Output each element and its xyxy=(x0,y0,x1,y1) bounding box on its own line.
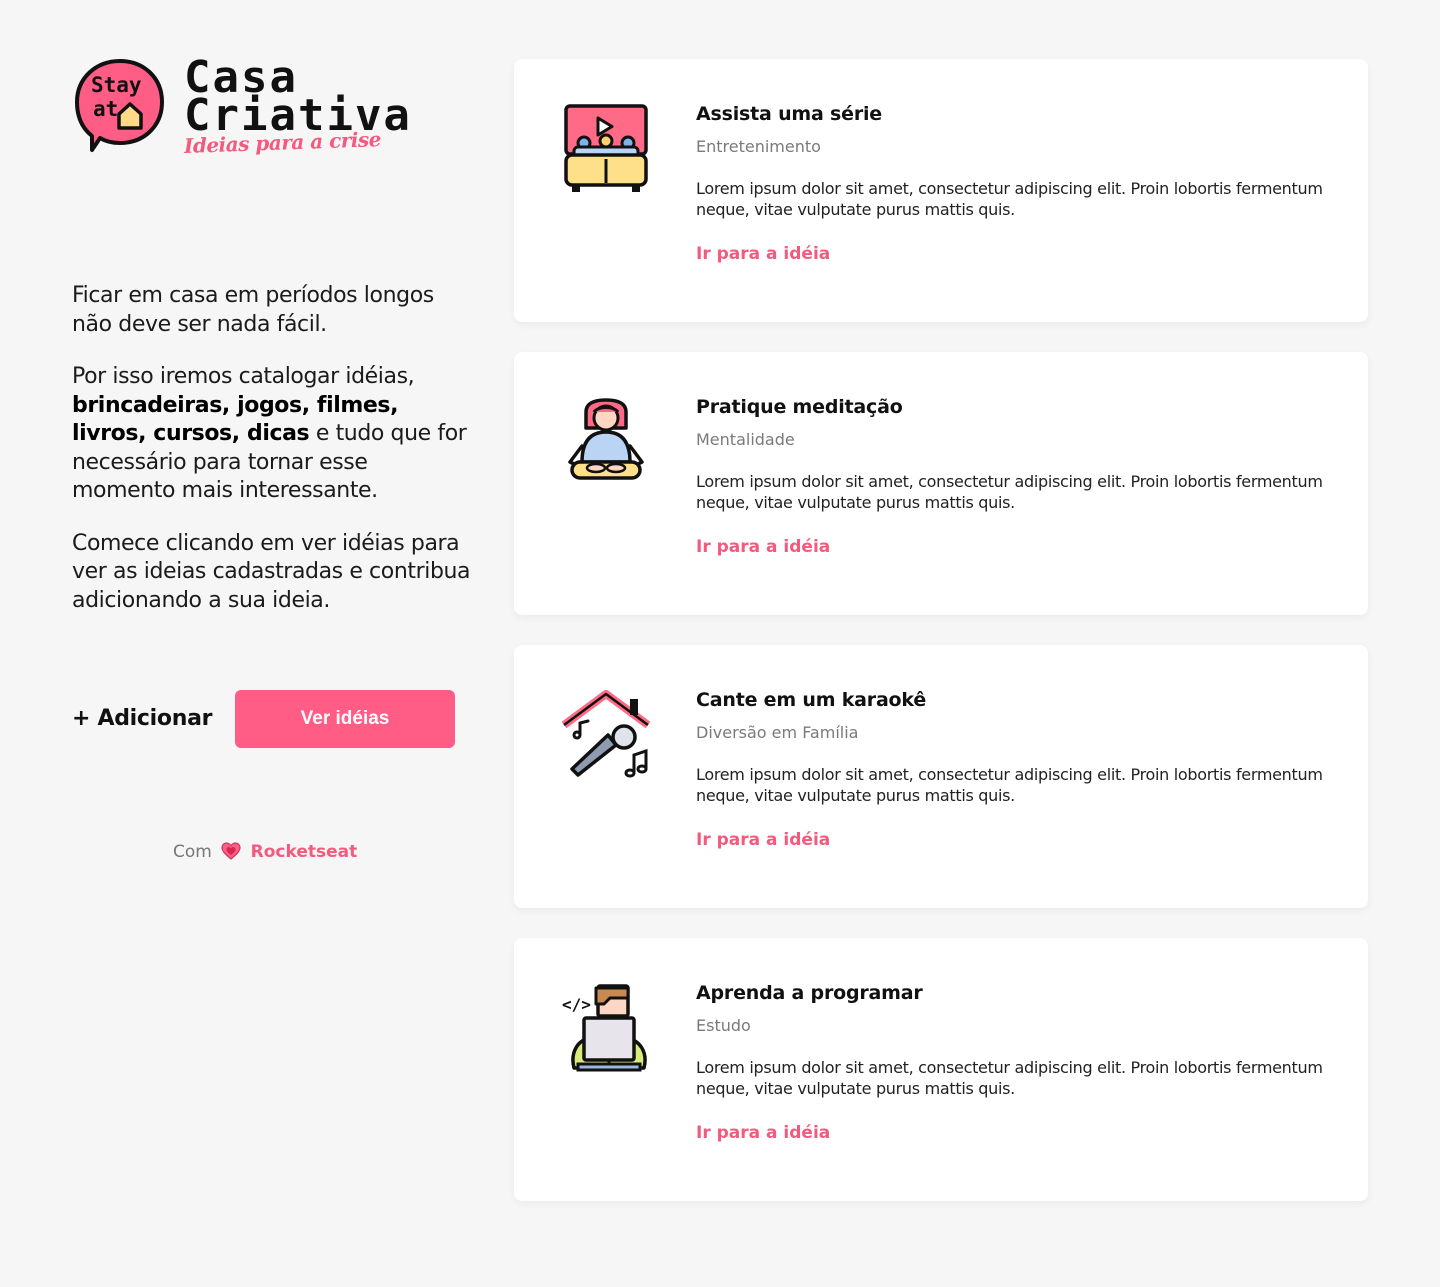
programming-icon: </> xyxy=(562,984,647,1072)
idea-title: Cante em um karaokê xyxy=(696,689,927,711)
left-column: Stay at Casa Criativa Ideias para a cris… xyxy=(72,56,472,863)
logo: Stay at Casa Criativa Ideias para a cris… xyxy=(72,56,456,162)
idea-category: Diversão em Família xyxy=(696,723,859,742)
idea-card-body: Assista uma série Entretenimento Lorem i… xyxy=(696,103,1336,264)
view-ideas-button[interactable]: Ver idéias xyxy=(235,690,455,748)
idea-link[interactable]: Ir para a idéia xyxy=(696,537,830,557)
tv-series-icon xyxy=(564,104,648,192)
meditation-icon xyxy=(568,398,644,480)
idea-title: Assista uma série xyxy=(696,103,882,125)
idea-description: Lorem ipsum dolor sit amet, consectetur … xyxy=(696,765,1323,805)
idea-description: Lorem ipsum dolor sit amet, consectetur … xyxy=(696,1058,1323,1098)
idea-link[interactable]: Ir para a idéia xyxy=(696,244,830,264)
intro-paragraph-1: Ficar em casa em períodos longos não dev… xyxy=(72,283,434,337)
idea-card: </> Aprenda a programar Estudo Lorem ips… xyxy=(514,938,1368,1201)
idea-description: Lorem ipsum dolor sit amet, consectetur … xyxy=(696,472,1323,512)
idea-description: Lorem ipsum dolor sit amet, consectetur … xyxy=(696,179,1323,219)
heart-icon xyxy=(221,842,241,860)
intro-p2-start: Por isso iremos catalogar idéias, xyxy=(72,364,415,389)
idea-title: Pratique meditação xyxy=(696,396,903,418)
rocketseat-link[interactable]: Rocketseat xyxy=(251,842,358,862)
idea-card: Assista uma série Entretenimento Lorem i… xyxy=(514,59,1368,322)
add-idea-button[interactable]: + Adicionar xyxy=(72,706,212,731)
karaoke-icon xyxy=(561,690,651,778)
svg-text:at: at xyxy=(93,97,118,121)
idea-card-body: Cante em um karaokê Diversão em Família … xyxy=(696,689,1336,850)
intro-paragraph-2: Por isso iremos catalogar idéias, brinca… xyxy=(72,363,472,506)
footer: Com Rocketseat xyxy=(173,842,357,862)
footer-prefix: Com xyxy=(173,842,212,862)
idea-link[interactable]: Ir para a idéia xyxy=(696,830,830,850)
idea-card: Pratique meditação Mentalidade Lorem ips… xyxy=(514,352,1368,615)
stay-at-home-badge-icon: Stay at xyxy=(75,59,164,152)
actions: + Adicionar Ver idéias xyxy=(72,690,472,748)
idea-category: Mentalidade xyxy=(696,430,795,449)
idea-link[interactable]: Ir para a idéia xyxy=(696,1123,830,1143)
idea-card: Cante em um karaokê Diversão em Família … xyxy=(514,645,1368,908)
intro-paragraph-3: Comece clicando em ver idéias para ver a… xyxy=(72,530,471,613)
idea-title: Aprenda a programar xyxy=(696,982,923,1004)
ideas-list: Assista uma série Entretenimento Lorem i… xyxy=(514,59,1368,1231)
idea-card-body: Pratique meditação Mentalidade Lorem ips… xyxy=(696,396,1336,557)
idea-category: Entretenimento xyxy=(696,137,821,156)
idea-card-body: Aprenda a programar Estudo Lorem ipsum d… xyxy=(696,982,1336,1143)
svg-text:</>: </> xyxy=(562,995,591,1014)
svg-text:Stay: Stay xyxy=(91,73,142,97)
idea-category: Estudo xyxy=(696,1016,751,1035)
intro-text: Ficar em casa em períodos longos não dev… xyxy=(72,282,472,639)
